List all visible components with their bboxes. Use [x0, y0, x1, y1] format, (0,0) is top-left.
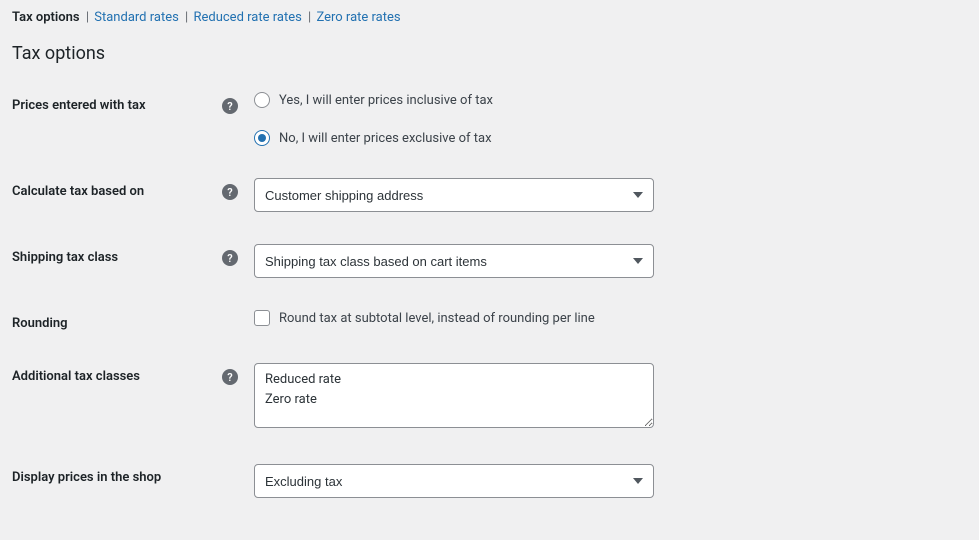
radio-exclusive-input[interactable]: [254, 130, 270, 146]
radio-exclusive-label: No, I will enter prices exclusive of tax: [279, 131, 492, 146]
label-shipping-tax-class: Shipping tax class: [12, 244, 222, 265]
select-calculate-tax[interactable]: Customer shipping address: [254, 178, 654, 212]
row-rounding: Rounding Round tax at subtotal level, in…: [12, 310, 967, 331]
checkbox-rounding-input[interactable]: [254, 310, 270, 326]
row-prices-with-tax: Prices entered with tax ? Yes, I will en…: [12, 92, 967, 146]
label-additional-classes: Additional tax classes: [12, 363, 222, 384]
subnav-link-standard[interactable]: Standard rates: [94, 10, 179, 25]
radio-inclusive-label: Yes, I will enter prices inclusive of ta…: [279, 93, 493, 108]
radio-inclusive[interactable]: Yes, I will enter prices inclusive of ta…: [254, 92, 493, 108]
help-icon[interactable]: ?: [222, 184, 238, 200]
label-display-shop: Display prices in the shop: [12, 464, 222, 485]
row-calculate-tax: Calculate tax based on ? Customer shippi…: [12, 178, 967, 212]
label-rounding: Rounding: [12, 310, 222, 331]
label-prices-with-tax: Prices entered with tax: [12, 92, 222, 113]
checkbox-rounding-label: Round tax at subtotal level, instead of …: [279, 311, 595, 326]
textarea-additional-classes[interactable]: Reduced rate Zero rate: [254, 363, 654, 428]
row-shipping-tax-class: Shipping tax class ? Shipping tax class …: [12, 244, 967, 278]
subnav-link-reduced[interactable]: Reduced rate rates: [193, 10, 301, 25]
radio-exclusive[interactable]: No, I will enter prices exclusive of tax: [254, 130, 493, 146]
help-icon[interactable]: ?: [222, 98, 238, 114]
subnav-active-tab: Tax options: [12, 10, 80, 25]
page-title: Tax options: [12, 43, 967, 64]
row-display-shop: Display prices in the shop Excluding tax: [12, 464, 967, 498]
select-display-shop[interactable]: Excluding tax: [254, 464, 654, 498]
select-shipping-tax-class[interactable]: Shipping tax class based on cart items: [254, 244, 654, 278]
row-additional-classes: Additional tax classes ? Reduced rate Ze…: [12, 363, 967, 432]
checkbox-rounding[interactable]: Round tax at subtotal level, instead of …: [254, 310, 595, 326]
subnav-link-zero[interactable]: Zero rate rates: [316, 10, 400, 25]
radio-inclusive-input[interactable]: [254, 92, 270, 108]
help-icon[interactable]: ?: [222, 369, 238, 385]
help-icon[interactable]: ?: [222, 250, 238, 266]
label-calculate-tax: Calculate tax based on: [12, 178, 222, 199]
tax-subnav: Tax options | Standard rates | Reduced r…: [12, 10, 967, 25]
